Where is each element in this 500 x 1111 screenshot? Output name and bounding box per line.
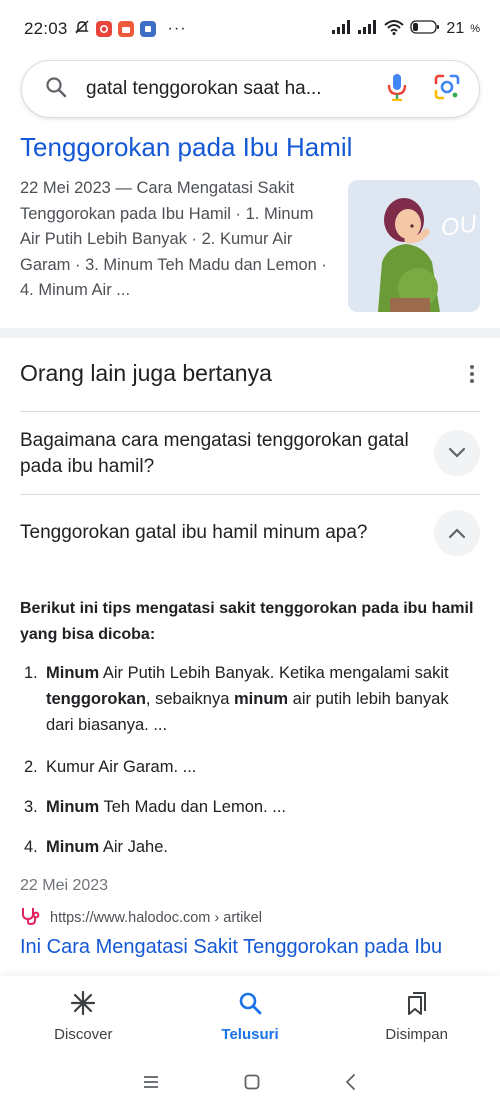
nav-label: Telusuri [221,1026,279,1043]
stethoscope-icon [20,906,42,930]
microphone-icon[interactable] [387,73,407,106]
search-icon [237,990,263,1020]
answer-source-link[interactable]: Ini Cara Mengatasi Sakit Tenggorokan pad… [20,936,442,959]
silent-mode-icon [74,19,90,40]
app-notification-icon [95,21,112,37]
search-icon [44,75,68,104]
source-line[interactable]: https://www.halodoc.com › artikel [20,906,262,930]
search-input[interactable]: gatal tenggorokan saat ha... [86,78,387,100]
list-text: Minum Air Putih Lebih Banyak. Ketika men… [46,664,449,734]
paa-question-2[interactable]: Tenggorokan gatal ibu hamil minum apa? [20,520,410,546]
paa-question-1[interactable]: Bagaimana cara mengatasi tenggorokan gat… [20,428,410,480]
back-icon[interactable] [344,1073,358,1096]
status-time: 22:03 [24,19,68,38]
list-number: 1. [24,664,38,682]
list-text: Minum Teh Madu dan Lemon. ... [46,798,286,816]
list-text: Minum Air Jahe. [46,838,168,856]
google-lens-icon[interactable] [433,73,461,106]
section-divider [0,328,500,338]
battery-percent-sign: % [470,23,480,35]
menu-icon[interactable] [142,1075,160,1094]
answer-intro: Berikut ini tips mengatasi sakit tenggor… [20,600,474,643]
battery-percent: 21 [446,20,465,37]
source-date: 22 Mei 2023 [20,877,109,894]
list-text: Kumur Air Garam. ... [46,758,197,776]
divider [20,494,480,495]
status-bar: 22:03 ··· 21 % [0,0,500,58]
chevron-up-icon[interactable] [434,510,480,556]
nav-disimpan[interactable]: Disimpan [333,976,500,1058]
list-number: 4. [24,838,38,856]
nav-label: Discover [54,1026,113,1043]
nav-label: Disimpan [385,1026,448,1043]
list-item: 3. Minum Teh Madu dan Lemon. ... [20,794,480,820]
search-actions [387,73,461,106]
people-also-ask-heading: Orang lain juga bertanya [20,360,272,386]
status-right: 21 % [332,19,480,40]
signal-icon [332,19,352,39]
svg-text:OU: OU [439,210,479,242]
home-icon[interactable] [243,1073,261,1096]
more-notifications-icon: ··· [167,20,187,37]
result-title-link[interactable]: Tenggorokan pada Ibu Hamil [20,132,352,163]
signal-2-icon [358,19,378,39]
source-url[interactable]: https://www.halodoc.com › artikel [50,910,262,926]
nav-telusuri[interactable]: Telusuri [167,976,334,1058]
list-number: 2. [24,758,38,776]
list-item: 4. Minum Air Jahe. [20,834,480,860]
nav-discover[interactable]: Discover [0,976,167,1058]
divider [20,411,480,412]
list-item: 1. Minum Air Putih Lebih Banyak. Ketika … [20,660,480,738]
result-snippet: 22 Mei 2023 — Cara Mengatasi Sakit Tengg… [20,179,327,299]
shopee-notification-icon [117,21,134,37]
search-box[interactable]: gatal tenggorokan saat ha... [21,60,480,118]
bookmarks-icon [404,990,430,1020]
bottom-navigation: Discover Telusuri Disimpan [0,976,500,1058]
pregnant-woman-coughing-illustration[interactable]: OU [348,180,480,312]
list-number: 3. [24,798,38,816]
battery-icon [410,19,440,39]
chevron-down-icon[interactable] [434,430,480,476]
wifi-icon [384,19,405,40]
system-navigation-bar [0,1058,500,1111]
message-notification-icon [139,21,156,37]
more-options-icon[interactable] [462,362,482,386]
status-left: 22:03 ··· [24,19,187,40]
asterisk-icon [70,990,96,1020]
list-item: 2. Kumur Air Garam. ... [20,754,480,780]
